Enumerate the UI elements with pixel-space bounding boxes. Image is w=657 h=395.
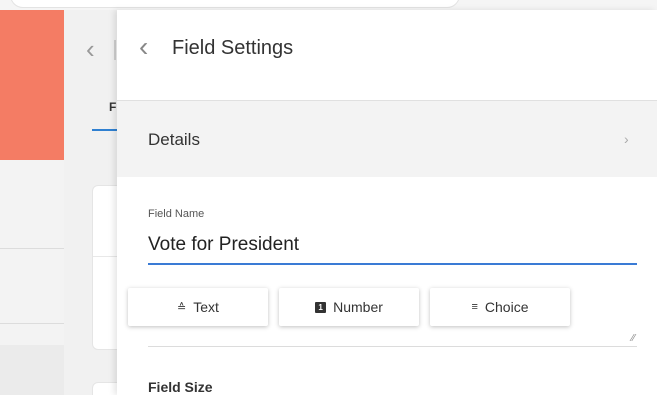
resize-handle-icon[interactable]: ⁄⁄: [632, 334, 635, 344]
field-type-text-button[interactable]: ≙ Text: [128, 288, 268, 326]
field-name-label: Field Name: [148, 208, 205, 220]
field-type-number-button[interactable]: 1 Number: [279, 288, 419, 326]
back-chevron-icon[interactable]: ‹: [139, 33, 148, 61]
left-brand-header: [0, 10, 64, 160]
left-divider: [0, 323, 64, 324]
panel-header: ‹ Field Settings: [117, 10, 657, 101]
chevron-right-icon: ›: [624, 131, 629, 147]
details-label: Details: [148, 130, 200, 149]
field-settings-panel: ‹ Field Settings Details › Field Name ⁄⁄…: [117, 10, 657, 395]
details-row[interactable]: Details ›: [117, 101, 657, 177]
field-type-label: Choice: [484, 299, 529, 315]
field-name-input[interactable]: [148, 227, 637, 265]
number-icon: 1: [315, 301, 327, 313]
background-back-icon[interactable]: ‹: [86, 36, 95, 62]
field-type-label: Text: [193, 299, 219, 315]
app-root: ‹ F ‹ Field Settings Details › Field Nam…: [0, 0, 657, 395]
background-tab-label[interactable]: F: [109, 100, 116, 114]
field-type-choice-button[interactable]: ≡ Choice: [430, 288, 570, 326]
list-icon: ≡: [471, 301, 478, 313]
left-footer: [0, 345, 64, 395]
background-panel: ‹ F: [64, 10, 133, 395]
page-title: Field Settings: [172, 37, 294, 59]
background-title-fragment: [114, 40, 116, 60]
left-divider: [0, 248, 64, 249]
top-strip: [0, 0, 657, 10]
field-type-label: Number: [333, 299, 383, 315]
left-app-column: [0, 10, 64, 395]
top-search-bar[interactable]: [10, 0, 460, 8]
text-format-icon: ≙: [177, 301, 187, 314]
field-size-label: Field Size: [148, 379, 213, 395]
